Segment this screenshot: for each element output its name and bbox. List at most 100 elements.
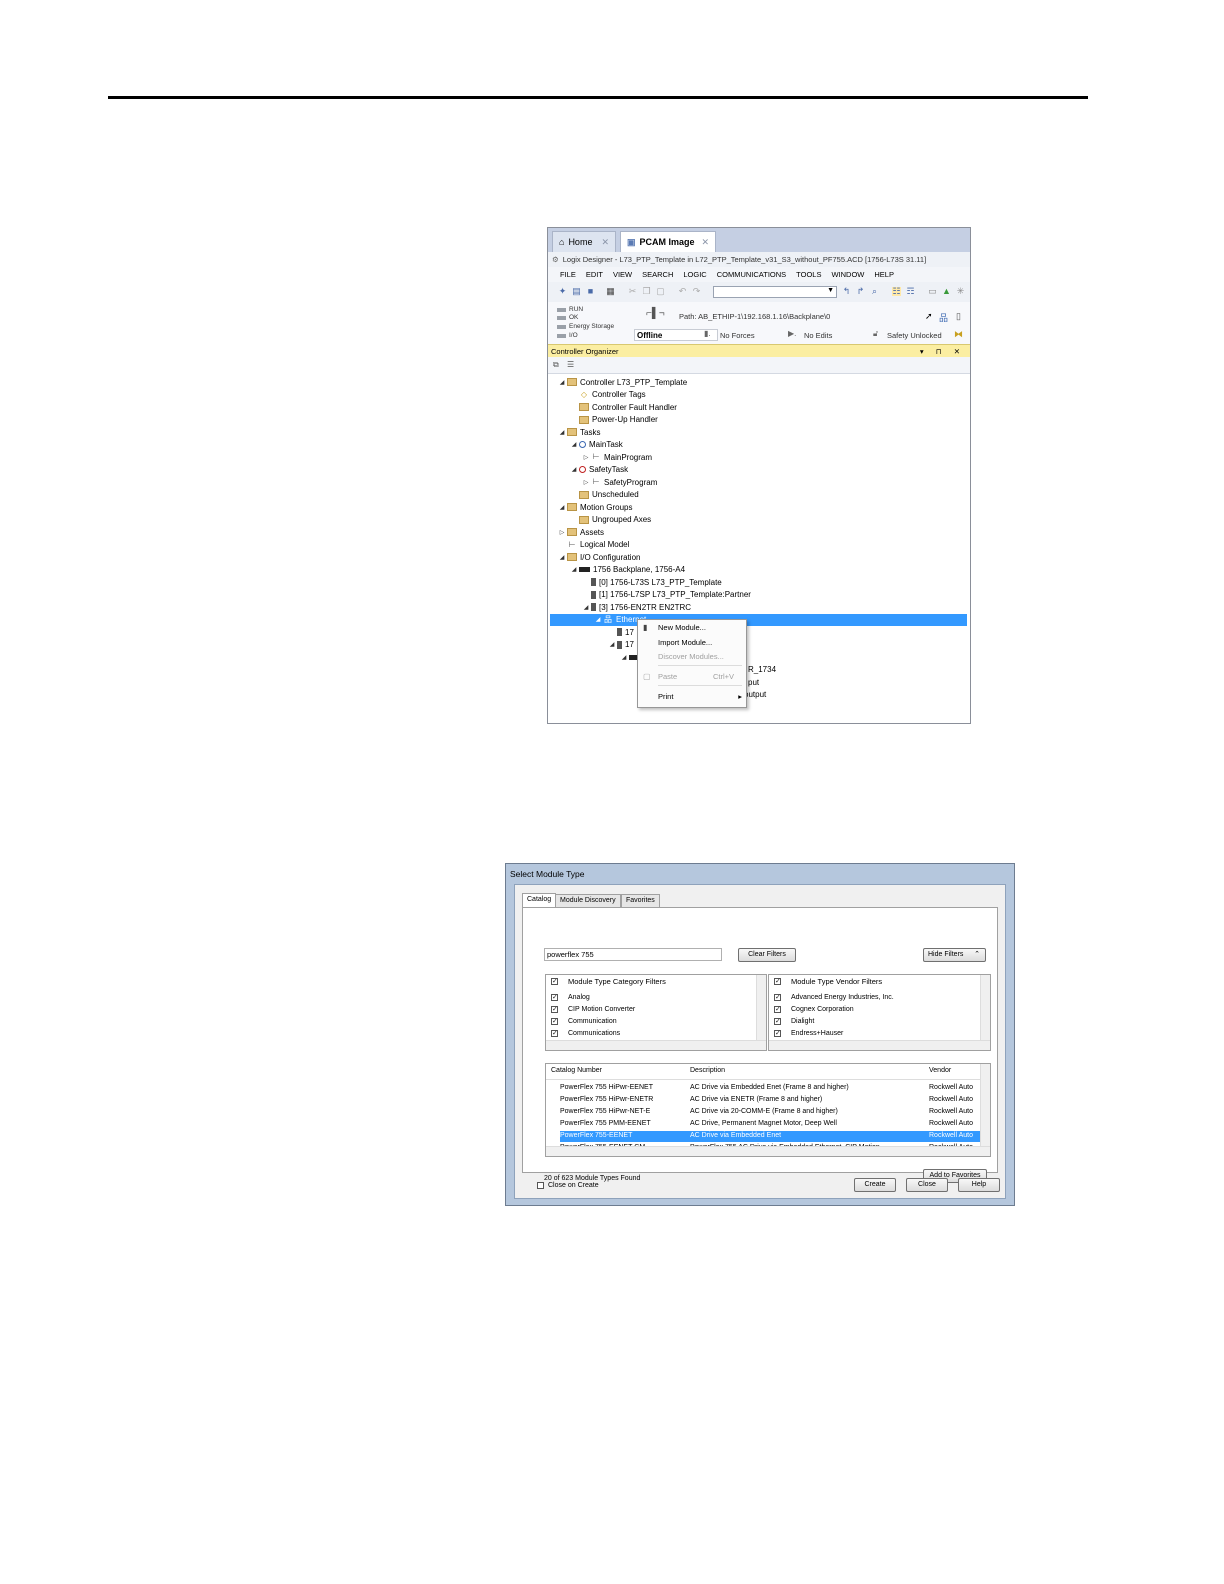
tree-item[interactable]: ▷ ⊢ MainProgram <box>550 451 967 463</box>
checkbox[interactable]: ✓ <box>774 1018 781 1025</box>
tree-item[interactable]: ◢ Motion Groups <box>550 501 967 513</box>
column-header-vendor[interactable]: Vendor <box>929 1067 951 1074</box>
table-row[interactable]: PowerFlex 755 HiPwr-EENET AC Drive via Em… <box>560 1083 980 1094</box>
run-icon[interactable]: ▲ <box>942 287 951 296</box>
tree-item[interactable]: Unscheduled <box>550 489 967 501</box>
menu-item-new-module[interactable]: New Module... <box>658 622 742 634</box>
help-button[interactable]: Help <box>958 1178 1000 1192</box>
menu-item-discover-modules[interactable]: Discover Modules... <box>658 651 742 663</box>
checkbox[interactable]: ✓ <box>551 1018 558 1025</box>
menu-help[interactable]: HELP <box>874 270 894 279</box>
tree-item[interactable]: ◢ 1756 Backplane, 1756-A4 <box>550 564 967 576</box>
tree-item[interactable]: output <box>550 689 967 701</box>
open-file-icon[interactable]: ▤ <box>572 287 581 296</box>
tab-favorites[interactable]: Favorites <box>621 894 660 907</box>
checkbox[interactable]: ✓ <box>551 1006 558 1013</box>
print-icon[interactable]: ▦ <box>606 287 615 296</box>
filter-row[interactable]: ✓ Endress+Hauser <box>774 1028 843 1039</box>
tree-item[interactable]: 17 <box>550 626 967 638</box>
find-in-files-icon[interactable]: ⌕ <box>870 287 879 296</box>
options-icon[interactable]: ✳ <box>956 287 965 296</box>
tree-item[interactable]: Ungrouped Axes <box>550 514 967 526</box>
filter-row[interactable]: ✓ Cognex Corporation <box>774 1004 854 1015</box>
close-button[interactable]: Close <box>906 1178 948 1192</box>
verify-controller-icon[interactable]: ☶ <box>906 287 915 296</box>
tree-item[interactable]: ◢ 品 Ethernet <box>550 613 967 626</box>
menu-search[interactable]: SEARCH <box>642 270 673 279</box>
cut-icon[interactable]: ✂ <box>628 287 637 296</box>
tree-item[interactable]: ◢ Controller L73_PTP_Template <box>550 376 967 388</box>
table-row[interactable]: PowerFlex 755 PMM-EENET AC Drive, Permane… <box>560 1119 980 1130</box>
tree-item[interactable]: ◢ SafetyTask <box>550 464 967 476</box>
tree-item[interactable]: ◢ Tasks <box>550 426 967 438</box>
filter-row[interactable]: ✓ CIP Motion Converter <box>551 1004 635 1015</box>
horizontal-scrollbar[interactable] <box>546 1040 766 1050</box>
expand-toggle-icon[interactable]: ▷ <box>582 454 590 461</box>
menu-window[interactable]: WINDOW <box>831 270 864 279</box>
tab-pcam-image[interactable]: ▣ PCAM Image ✕ <box>620 231 716 252</box>
menu-communications[interactable]: COMMUNICATIONS <box>717 270 786 279</box>
checkbox[interactable]: ✓ <box>551 994 558 1001</box>
report-icon[interactable]: ▭ <box>928 287 937 296</box>
menu-tools[interactable]: TOOLS <box>796 270 821 279</box>
close-icon[interactable]: ✕ <box>701 237 709 248</box>
tree-item[interactable]: ◢ [3] 1756-EN2TR EN2TRC <box>550 601 967 613</box>
tree-item[interactable]: ◢ <box>550 651 967 663</box>
network-icon[interactable]: 品 <box>939 311 948 324</box>
menu-file[interactable]: FILE <box>560 270 576 279</box>
search-combo[interactable]: ▼ <box>713 286 837 298</box>
tree-item[interactable]: ▷ Assets <box>550 526 967 538</box>
close-on-create-checkbox[interactable] <box>537 1182 544 1189</box>
tree-item[interactable]: Controller Fault Handler <box>550 401 967 413</box>
menu-view[interactable]: VIEW <box>613 270 632 279</box>
category-select-all-checkbox[interactable]: ✓ <box>551 978 558 985</box>
new-file-icon[interactable]: ✦ <box>558 287 567 296</box>
paste-icon[interactable]: ▢ <box>656 287 665 296</box>
menu-item-import-module[interactable]: Import Module... <box>658 637 742 649</box>
vertical-scrollbar[interactable] <box>980 975 990 1040</box>
checkbox[interactable]: ✓ <box>774 1006 781 1013</box>
hide-filters-button[interactable]: Hide Filters ⌃ <box>923 948 986 962</box>
column-header-description[interactable]: Description <box>690 1067 725 1074</box>
clear-filters-button[interactable]: Clear Filters <box>738 948 796 962</box>
expand-toggle-icon[interactable]: ◢ <box>558 429 566 436</box>
find-previous-icon[interactable]: ↰ <box>842 287 851 296</box>
tab-module-discovery[interactable]: Module Discovery <box>555 894 621 907</box>
filter-row[interactable]: ✓ Advanced Energy Industries, Inc. <box>774 992 894 1003</box>
expand-toggle-icon[interactable]: ◢ <box>558 554 566 561</box>
create-button[interactable]: Create <box>854 1178 896 1192</box>
close-icon[interactable]: ✕ <box>601 237 609 248</box>
horizontal-scrollbar[interactable] <box>546 1146 990 1156</box>
expand-toggle-icon[interactable]: ◢ <box>620 654 628 661</box>
vertical-scrollbar[interactable] <box>756 975 766 1040</box>
redo-icon[interactable]: ↷ <box>692 287 701 296</box>
save-icon[interactable]: ■ <box>586 287 595 296</box>
vertical-scrollbar[interactable] <box>980 1064 990 1146</box>
tree-item[interactable]: [0] 1756-L73S L73_PTP_Template <box>550 576 967 588</box>
close-on-create-option[interactable]: Close on Create <box>537 1182 599 1189</box>
menu-item-paste[interactable]: Paste Ctrl+V <box>658 671 742 683</box>
tree-item[interactable]: ⊢ Logical Model <box>550 539 967 551</box>
tree-item[interactable]: [1] 1756-L7SP L73_PTP_Template:Partner <box>550 589 967 601</box>
expand-toggle-icon[interactable]: ▷ <box>582 479 590 486</box>
expand-toggle-icon[interactable]: ◢ <box>570 466 578 473</box>
tree-item[interactable]: ◢ I/O Configuration <box>550 551 967 563</box>
tree-item[interactable]: R_1734 <box>550 664 967 676</box>
expand-toggle-icon[interactable]: ◢ <box>594 616 602 623</box>
tree-item[interactable]: ◢ 17 <box>550 639 967 651</box>
filter-row[interactable]: ✓ Analog <box>551 992 590 1003</box>
vendor-select-all-checkbox[interactable]: ✓ <box>774 978 781 985</box>
filter-row[interactable]: ✓ Communications <box>551 1028 620 1039</box>
expand-toggle-icon[interactable]: ◢ <box>582 604 590 611</box>
search-input[interactable]: powerflex 755 <box>544 948 722 961</box>
filter-row[interactable]: ✓ Communication <box>551 1016 617 1027</box>
tab-home[interactable]: ⌂ Home ✕ <box>552 231 616 252</box>
undo-icon[interactable]: ↶ <box>678 287 687 296</box>
tree-item[interactable]: ◢ MainTask <box>550 439 967 451</box>
checkbox[interactable]: ✓ <box>551 1030 558 1037</box>
pointer-icon[interactable]: ➚ <box>925 311 933 322</box>
tree-item[interactable]: Power-Up Handler <box>550 414 967 426</box>
filter-row[interactable]: ✓ Dialight <box>774 1016 814 1027</box>
expand-toggle-icon[interactable]: ◢ <box>570 441 578 448</box>
verify-icon[interactable]: ☷ <box>892 287 901 296</box>
